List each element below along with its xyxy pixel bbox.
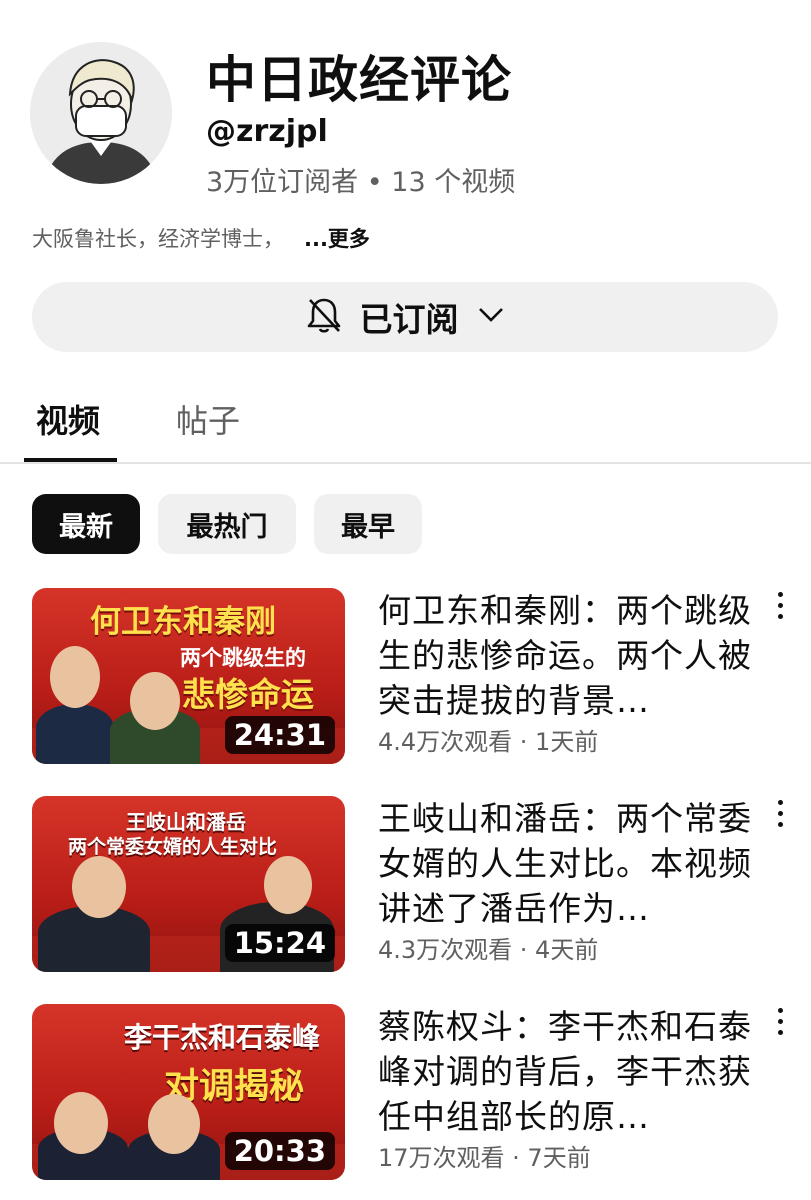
video-duration: 15:24 (224, 924, 335, 962)
thumbnail-subtitle-2: 悲惨命运 (182, 675, 314, 714)
person-face (264, 856, 312, 914)
channel-handle: @zrzjpl (206, 114, 328, 149)
subscribed-label: 已订阅 (359, 300, 459, 339)
thumbnail-headline: 王岐山和潘岳 (126, 810, 246, 834)
video-meta: 17万次观看 · 7天前 (378, 1144, 591, 1172)
video-meta: 4.3万次观看 · 4天前 (378, 936, 599, 964)
chevron-down-icon (477, 306, 505, 328)
tab-posts[interactable]: 帖子 (176, 396, 240, 442)
more-options-icon[interactable] (770, 800, 790, 834)
person-figure (36, 704, 114, 764)
person-face (72, 856, 126, 918)
channel-stats: 3万位订阅者 • 13 个视频 (206, 167, 516, 198)
video-title[interactable]: 蔡陈权斗：李干杰和石泰峰对调的背后，李干杰获任中组部长的原… (378, 1004, 758, 1139)
more-options-icon[interactable] (770, 592, 790, 626)
video-meta: 4.4万次观看 · 1天前 (378, 728, 599, 756)
more-link[interactable]: ...更多 (304, 227, 370, 251)
video-thumbnail[interactable]: 李干杰和石泰峰 对调揭秘 20:33 (32, 1004, 345, 1180)
video-duration: 20:33 (224, 1132, 335, 1170)
subscribed-button[interactable]: 已订阅 (32, 282, 778, 352)
thumbnail-headline: 李干杰和石泰峰 (124, 1021, 321, 1054)
channel-description[interactable]: 大阪鲁社长，经济学博士， ...更多 (32, 223, 370, 253)
video-title[interactable]: 王岐山和潘岳：两个常委女婿的人生对比。本视频讲述了潘岳作为… (378, 796, 758, 931)
video-item[interactable]: 李干杰和石泰峰 对调揭秘 20:33 蔡陈权斗：李干杰和石泰峰对调的背后，李干杰… (0, 1004, 811, 1184)
chip-oldest[interactable]: 最早 (314, 494, 422, 554)
channel-tabs: 视频 帖子 (0, 380, 811, 464)
avatar-illustration (30, 42, 172, 184)
person-face (148, 1094, 200, 1154)
active-tab-indicator (24, 458, 117, 462)
chip-popular[interactable]: 最热门 (158, 494, 296, 554)
video-item[interactable]: 王岐山和潘岳 两个常委女婿的人生对比 15:24 王岐山和潘岳：两个常委女婿的人… (0, 796, 811, 976)
video-title[interactable]: 何卫东和秦刚：两个跳级生的悲惨命运。两个人被突击提拔的背景… (378, 588, 758, 723)
thumbnail-subtitle: 两个常委女婿的人生对比 (68, 836, 278, 858)
channel-title: 中日政经评论 (206, 51, 512, 109)
tab-videos[interactable]: 视频 (36, 396, 100, 442)
description-text: 大阪鲁社长，经济学博士， (32, 227, 284, 251)
person-face (54, 1092, 108, 1154)
video-item[interactable]: 何卫东和秦刚 两个跳级生的 悲惨命运 24:31 何卫东和秦刚：两个跳级生的悲惨… (0, 588, 811, 768)
thumbnail-headline: 何卫东和秦刚 (90, 604, 276, 640)
video-thumbnail[interactable]: 何卫东和秦刚 两个跳级生的 悲惨命运 24:31 (32, 588, 345, 764)
channel-avatar[interactable] (30, 42, 172, 184)
chip-latest[interactable]: 最新 (32, 494, 140, 554)
more-options-icon[interactable] (770, 1008, 790, 1042)
video-thumbnail[interactable]: 王岐山和潘岳 两个常委女婿的人生对比 15:24 (32, 796, 345, 972)
video-duration: 24:31 (224, 716, 335, 754)
person-face (130, 672, 180, 730)
person-face (50, 646, 100, 708)
bell-off-icon (306, 296, 342, 338)
